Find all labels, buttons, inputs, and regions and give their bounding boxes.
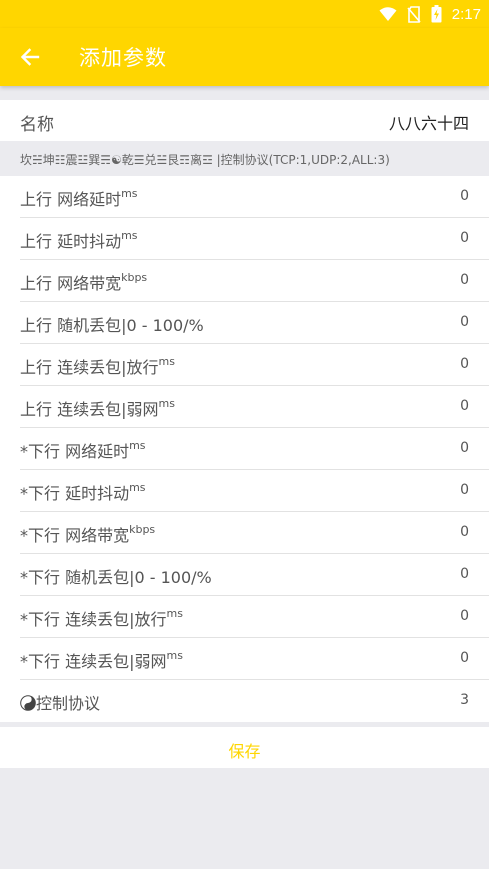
param-label-text: *下行 网络带宽 (20, 526, 130, 545)
wifi-icon (379, 7, 397, 21)
param-value[interactable]: 0 (460, 524, 469, 540)
param-label-text: 上行 网络延时 (20, 190, 122, 209)
param-value[interactable]: 0 (460, 608, 469, 624)
param-label-text: 上行 连续丢包|弱网 (20, 400, 159, 419)
yin-yang-icon (20, 695, 36, 711)
param-label: *下行 连续丢包|弱网ms (20, 648, 183, 672)
param-label-text: *下行 网络延时 (20, 442, 130, 461)
param-row[interactable]: 上行 网络带宽kbps 0 (0, 260, 489, 302)
param-label: *下行 网络延时ms (20, 438, 146, 462)
name-label: 名称 (20, 115, 54, 135)
param-value[interactable]: 0 (460, 356, 469, 372)
parameter-list: 上行 网络延时ms 0 上行 延时抖动ms 0 上行 网络带宽kbps 0 上行 随机丢包|… (0, 176, 489, 722)
param-unit: ms (158, 354, 175, 368)
param-value[interactable]: 0 (460, 188, 469, 204)
param-label: 控制协议 (20, 690, 100, 714)
param-row[interactable]: 上行 网络延时ms 0 (0, 176, 489, 218)
param-row[interactable]: *下行 随机丢包|0 - 100/% 0 (0, 554, 489, 596)
param-row[interactable]: 上行 延时抖动ms 0 (0, 218, 489, 260)
param-row[interactable]: *下行 连续丢包|弱网ms 0 (0, 638, 489, 680)
param-value[interactable]: 0 (460, 230, 469, 246)
param-row[interactable]: *下行 网络延时ms 0 (0, 428, 489, 470)
protocol-hint-bar: 坎☵坤☷震☳巽☴☯乾☰兑☱艮☶离☲ |控制协议(TCP:1,UDP:2,ALL:… (0, 141, 489, 176)
param-unit: kbps (121, 270, 148, 284)
param-row[interactable]: 上行 随机丢包|0 - 100/% 0 (0, 302, 489, 344)
param-label: 上行 网络延时ms (20, 186, 138, 210)
name-row[interactable]: 名称 八八六十四 (0, 100, 489, 141)
param-row[interactable]: *下行 连续丢包|放行ms 0 (0, 596, 489, 638)
page-title: 添加参数 (79, 46, 167, 70)
status-bar: 2:17 (0, 0, 489, 28)
param-label: 上行 随机丢包|0 - 100/% (20, 312, 204, 336)
param-row[interactable]: *下行 网络带宽kbps 0 (0, 512, 489, 554)
param-unit: ms (121, 228, 138, 242)
param-unit: ms (166, 648, 183, 662)
param-unit: ms (129, 438, 146, 452)
param-label: *下行 网络带宽kbps (20, 522, 155, 546)
param-row[interactable]: 上行 连续丢包|弱网ms 0 (0, 386, 489, 428)
status-time: 2:17 (451, 5, 481, 23)
param-label-text: *下行 连续丢包|弱网 (20, 652, 167, 671)
param-row[interactable]: *下行 延时抖动ms 0 (0, 470, 489, 512)
param-label: *下行 随机丢包|0 - 100/% (20, 564, 212, 588)
battery-charging-icon (431, 5, 442, 23)
param-unit: ms (158, 396, 175, 410)
param-label-text: 上行 延时抖动 (20, 232, 122, 251)
param-row[interactable]: 上行 连续丢包|放行ms 0 (0, 344, 489, 386)
param-label: 上行 网络带宽kbps (20, 270, 147, 294)
no-sim-icon (407, 5, 421, 23)
param-unit: ms (166, 606, 183, 620)
param-value[interactable]: 0 (460, 272, 469, 288)
param-value[interactable]: 3 (460, 692, 469, 708)
param-value[interactable]: 0 (460, 398, 469, 414)
status-icons: 2:17 (379, 4, 481, 24)
save-button[interactable]: 保存 (0, 727, 489, 768)
back-button[interactable] (10, 37, 50, 77)
save-button-label: 保存 (228, 742, 261, 761)
param-label-text: 上行 连续丢包|放行 (20, 358, 159, 377)
param-label: 上行 连续丢包|放行ms (20, 354, 175, 378)
param-value[interactable]: 0 (460, 440, 469, 456)
param-row[interactable]: 控制协议 3 (0, 680, 489, 722)
param-value[interactable]: 0 (460, 650, 469, 666)
arrow-back-icon (20, 48, 40, 66)
param-value[interactable]: 0 (460, 482, 469, 498)
protocol-hint-text: 坎☵坤☷震☳巽☴☯乾☰兑☱艮☶离☲ |控制协议(TCP:1,UDP:2,ALL:… (20, 153, 390, 167)
param-unit: ms (121, 186, 138, 200)
param-label-text: 上行 网络带宽 (20, 274, 122, 293)
param-label: *下行 延时抖动ms (20, 480, 146, 504)
param-unit: kbps (129, 522, 156, 536)
param-label: 上行 延时抖动ms (20, 228, 138, 252)
param-value[interactable]: 0 (460, 314, 469, 330)
app-bar: 添加参数 (0, 28, 489, 86)
param-value[interactable]: 0 (460, 566, 469, 582)
name-field[interactable]: 八八六十四 (389, 110, 469, 134)
param-label: *下行 连续丢包|放行ms (20, 606, 183, 630)
param-label-text: 控制协议 (36, 694, 101, 713)
param-label-text: *下行 延时抖动 (20, 484, 130, 503)
param-label-text: *下行 随机丢包|0 - 100/% (20, 568, 212, 587)
param-label-text: 上行 随机丢包|0 - 100/% (20, 316, 204, 335)
param-label-text: *下行 连续丢包|放行 (20, 610, 167, 629)
param-unit: ms (129, 480, 146, 494)
param-label: 上行 连续丢包|弱网ms (20, 396, 175, 420)
